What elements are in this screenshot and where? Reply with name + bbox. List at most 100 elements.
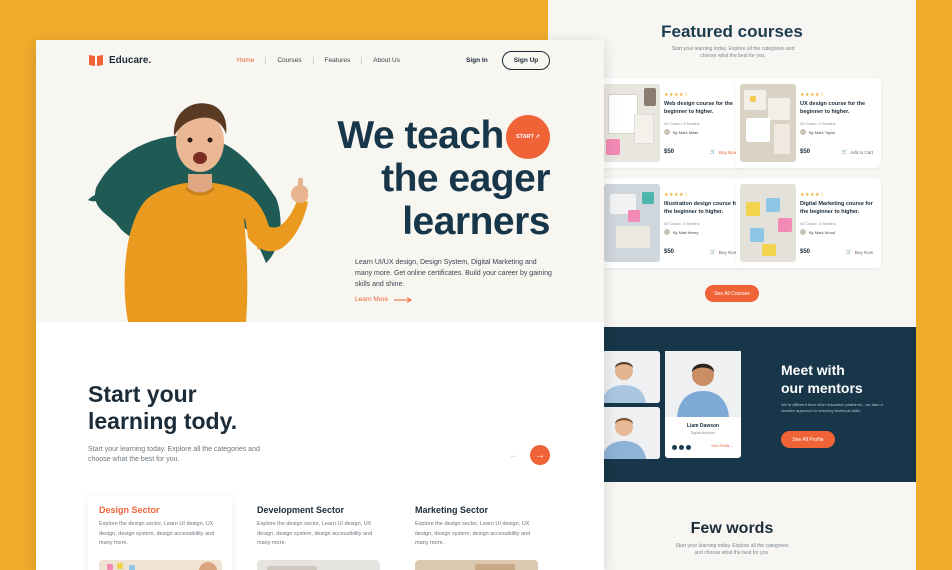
course-title: Illustration design course for the begin…	[664, 201, 740, 215]
author-name: By Mark Taylor	[809, 129, 836, 135]
sector-title: Marketing Sector	[415, 505, 489, 515]
view-profile-link[interactable]: View Profile →	[711, 444, 734, 448]
featured-subtitle: Start your learning today. Explore all t…	[671, 46, 795, 59]
sector-card-development[interactable]: Development Sector Explore the design se…	[246, 496, 390, 570]
buy-now-button[interactable]: 🛒 Buy Now	[710, 149, 737, 155]
carousel-next-button[interactable]: →	[530, 445, 550, 465]
buy-label: Buy Now	[718, 249, 737, 255]
hero-section: Educare. Home Courses Features About Us …	[36, 40, 604, 322]
nav-courses[interactable]: Courses	[265, 57, 312, 64]
rating-stars: ★★★★☆	[664, 92, 689, 98]
avatar	[800, 129, 806, 135]
see-all-courses-button[interactable]: See All Courses	[705, 285, 759, 302]
course-title: UX design course for the beginner to hig…	[800, 101, 866, 115]
course-author: By Mark Wood	[800, 229, 835, 235]
brand-name: Educare.	[109, 55, 152, 66]
featured-title: Featured courses	[661, 22, 803, 41]
sector-image	[415, 560, 538, 570]
course-thumbnail	[740, 184, 796, 262]
brand-logo[interactable]: Educare.	[88, 54, 151, 67]
cart-label: Add to Cart	[850, 149, 873, 155]
rating-stars: ★★★★☆	[664, 192, 689, 198]
buy-now-button[interactable]: 🛒 Buy Now	[710, 249, 737, 255]
learn-more-link[interactable]: Learn More	[355, 296, 413, 303]
author-name: By Mark Wood	[809, 229, 836, 235]
avatar	[800, 229, 806, 235]
course-author: By Matt Henry	[664, 229, 698, 235]
mentors-title-line: Meet with	[781, 362, 845, 378]
cart-icon: 🛒	[710, 149, 716, 154]
cart-icon: 🛒	[710, 249, 716, 254]
course-meta: 40 Class • 3 Months	[664, 121, 700, 126]
course-card[interactable]: ★★★★☆ Digital Marketing course for the b…	[736, 178, 881, 268]
rating-stars: ★★★★☆	[800, 192, 825, 198]
see-all-profile-button[interactable]: See All Profile	[781, 431, 835, 448]
course-card[interactable]: ★★★★☆ Web design course for the beginner…	[600, 78, 745, 168]
hero-headline-line: the eager	[381, 157, 550, 200]
cart-icon: 🛒	[846, 249, 852, 254]
mentor-illustration	[665, 351, 741, 417]
sector-title: Design Sector	[99, 505, 160, 515]
sign-up-button[interactable]: Sign Up	[502, 51, 550, 70]
arrow-right-icon: →	[535, 449, 545, 461]
learn-more-label: Learn More	[355, 296, 389, 303]
sector-card-design[interactable]: Design Sector Explore the design sector,…	[88, 496, 232, 570]
start-learning-subtitle: Start your learning today. Explore all t…	[88, 446, 260, 463]
mentors-title-line: our mentors	[781, 380, 863, 396]
course-meta: 30 Class • 2 Months	[800, 121, 836, 126]
course-title: Web design course for the beginner to hi…	[664, 101, 733, 115]
sector-image	[257, 560, 380, 570]
nav-features[interactable]: Features	[312, 57, 362, 64]
course-price: $50	[664, 249, 675, 255]
hero-headline-line: learners	[402, 200, 550, 243]
add-to-cart-button[interactable]: 🛒 Add to Cart	[842, 149, 873, 155]
sector-title: Development Sector	[257, 505, 345, 515]
sector-description: Explore the design sector, Learn UI desi…	[415, 521, 531, 546]
book-icon	[89, 55, 103, 66]
avatar	[664, 129, 670, 135]
nav-home[interactable]: Home	[237, 57, 265, 64]
nav-about[interactable]: About Us	[361, 57, 411, 64]
course-card[interactable]: ★★★★☆ UX design course for the beginner …	[736, 78, 881, 168]
social-icons	[672, 445, 691, 450]
buy-now-button[interactable]: 🛒 Buy Now	[846, 249, 873, 255]
course-price: $50	[800, 249, 811, 255]
sector-card-marketing[interactable]: Marketing Sector Explore the design sect…	[404, 496, 548, 570]
course-title: Digital Marketing course for the beginne…	[800, 201, 873, 215]
sector-image	[99, 560, 222, 570]
mentor-name: Liam Dawson	[686, 423, 720, 429]
rating-stars: ★★★★☆	[800, 92, 825, 98]
course-author: By Mark Taylor	[800, 129, 835, 135]
featured-mentor-card[interactable]: Liam Dawson Digital Marketer View Profil…	[665, 351, 741, 458]
author-name: By Matt Henry	[673, 229, 699, 235]
social-icon[interactable]	[679, 445, 684, 450]
buy-label: Buy Now	[854, 249, 873, 255]
course-thumbnail	[604, 184, 660, 262]
sign-in-link[interactable]: Sign In	[466, 57, 488, 64]
course-author: By Mark Milan	[664, 129, 698, 135]
buy-label: Buy Now	[718, 149, 737, 155]
course-price: $50	[800, 149, 811, 155]
social-icon[interactable]	[686, 445, 691, 450]
carousel-prev-button[interactable]: ←	[504, 445, 524, 465]
start-learning-title: Start your learning tody.	[88, 381, 237, 435]
student-illustration	[124, 103, 308, 322]
avatar	[664, 229, 670, 235]
mentor-role: Digital Marketer	[690, 431, 716, 435]
landing-page: Educare. Home Courses Features About Us …	[36, 40, 604, 570]
arrow-left-icon: ←	[509, 449, 519, 461]
sector-description: Explore the design sector, Learn UI desi…	[99, 521, 215, 546]
course-card[interactable]: ★★★★☆ Illustration design course for the…	[600, 178, 745, 268]
course-meta: 44 Class • 3 Months	[800, 221, 836, 226]
course-meta: 40 Class • 3 Months	[664, 221, 700, 226]
author-name: By Mark Milan	[673, 129, 699, 135]
section-title-line: Start your	[88, 381, 197, 407]
course-price: $50	[664, 149, 675, 155]
mentors-title: Meet with our mentors	[781, 361, 863, 397]
social-icon[interactable]	[672, 445, 677, 450]
start-button[interactable]: START ↗	[506, 115, 550, 159]
arrow-right-icon	[394, 296, 413, 303]
section-title-line: learning tody.	[88, 408, 238, 434]
hero-description: Learn UI/UX design, Design System, Digit…	[355, 259, 552, 288]
few-words-subtitle: Start your learning today. Explore all t…	[675, 543, 789, 556]
